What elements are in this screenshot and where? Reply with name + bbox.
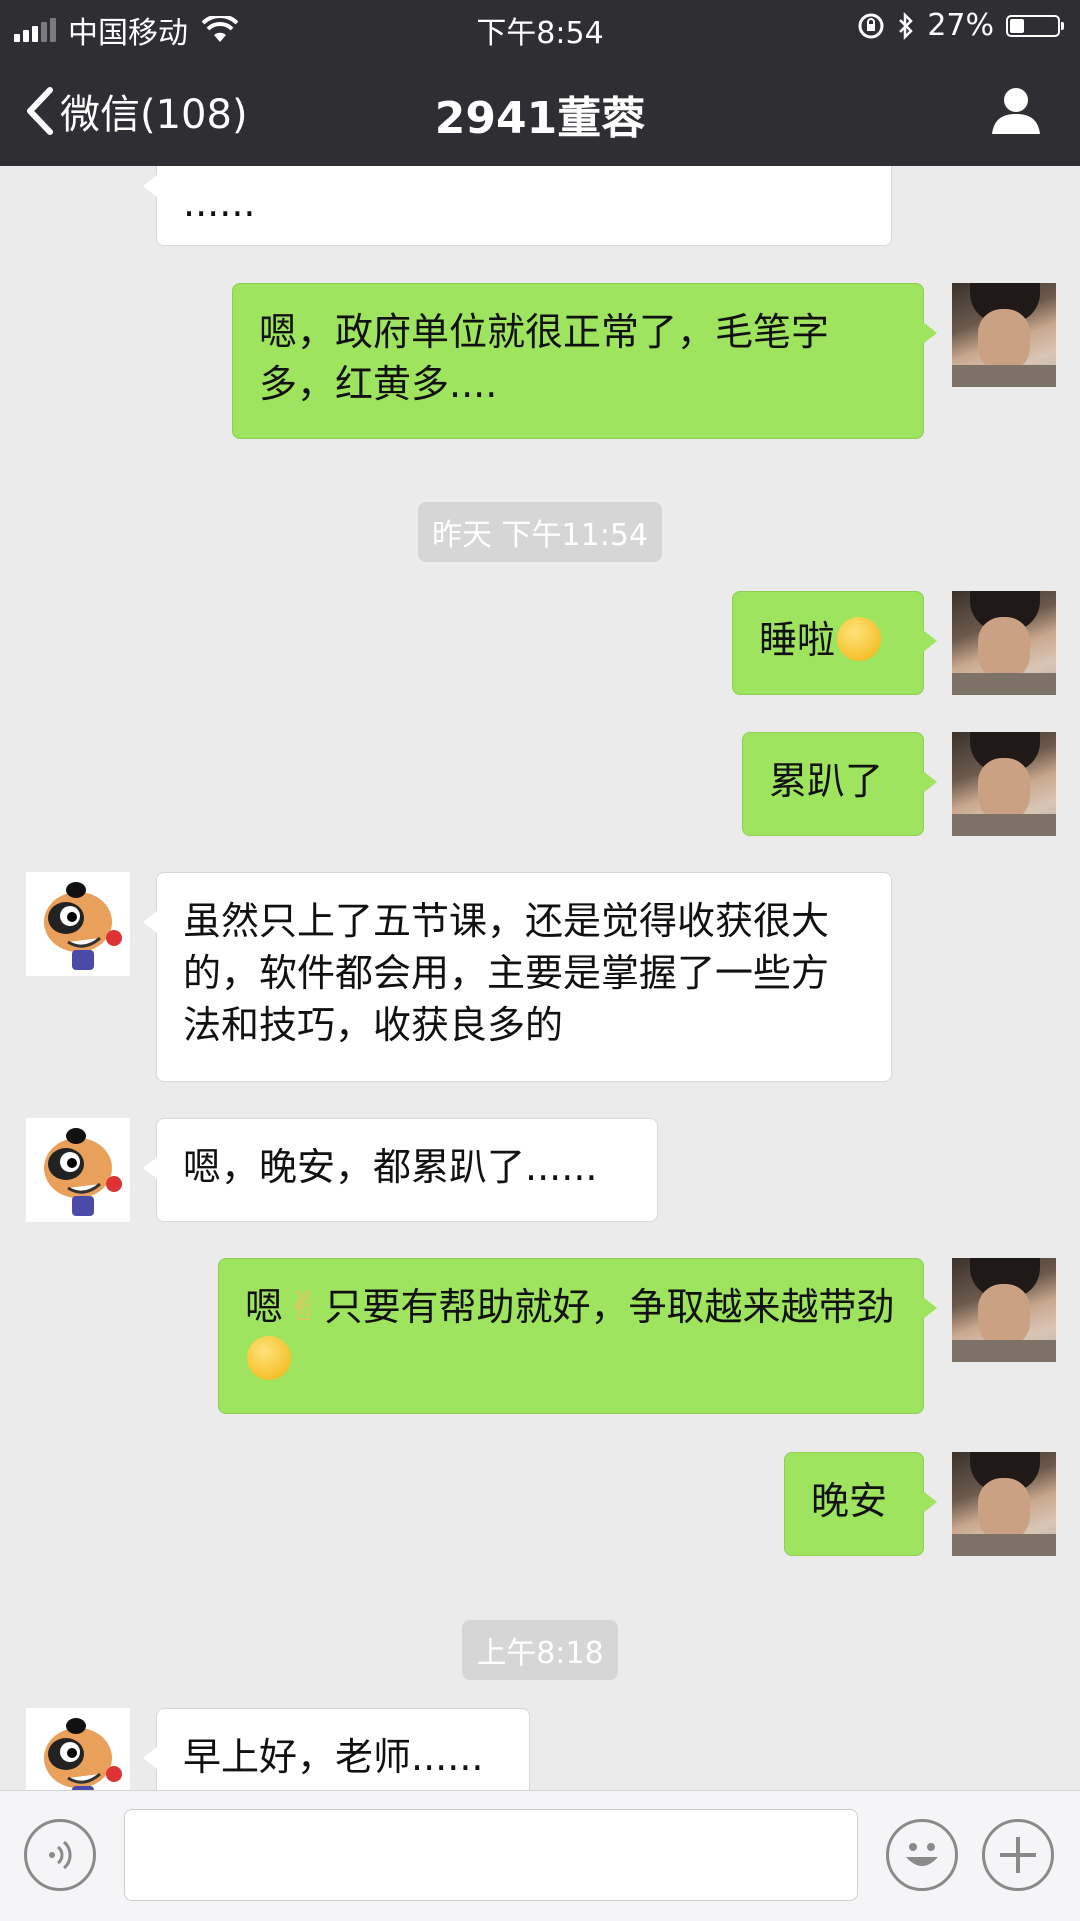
battery-icon [1006,14,1064,37]
status-right: 27% [857,8,1066,43]
cartoon-dog-avatar-icon [44,1718,122,1790]
voice-icon [49,1840,72,1870]
input-bar [0,1790,1080,1921]
emoji-icon [906,1843,938,1866]
my-avatar[interactable] [952,1258,1056,1362]
rotation-lock-icon [858,13,884,38]
message-bubble-other[interactable]: ...... [143,166,892,246]
message-bubble-me[interactable]: 晚安 [784,1452,937,1556]
chat-area[interactable]: ...... 嗯，政府单位就很正常了，毛笔字多，红黄多.... 昨天 下午11:… [0,166,1080,1790]
contact-avatar[interactable] [26,1118,130,1222]
cartoon-dog-avatar-icon [44,882,122,970]
message-bubble-me[interactable]: 睡啦 [732,591,937,695]
contact-avatar[interactable] [26,872,130,976]
time-divider: 昨天 下午11:54 [0,502,1080,562]
message-bubble-other[interactable]: 嗯，晚安，都累趴了...... [143,1118,658,1222]
voice-button[interactable] [24,1819,96,1891]
message-bubble-me[interactable]: 嗯 ✌ 只要有帮助就好，争取越来越带劲 [218,1258,937,1414]
plus-icon [1000,1837,1036,1873]
profile-button[interactable] [990,84,1042,140]
status-bar: 中国移动 下午8:54 27% [0,0,1080,54]
chat-title: 2941董蓉 [434,93,646,144]
person-icon [992,88,1040,134]
victory-hand-icon: ✌ [287,1284,321,1330]
plus-button[interactable] [982,1819,1054,1891]
smirk-emoji-icon [247,1336,291,1380]
my-avatar[interactable] [952,1452,1056,1556]
laughing-crying-emoji-icon [837,617,882,661]
contact-avatar[interactable] [26,1708,130,1790]
my-avatar[interactable] [952,591,1056,695]
my-avatar[interactable] [952,283,1056,387]
message-bubble-me[interactable]: 累趴了 [742,732,937,836]
time-divider: 上午8:18 [0,1620,1080,1680]
nav-bar: 微信(108) 2941董蓉 [0,54,1080,166]
cartoon-dog-avatar-icon [44,1128,122,1216]
message-input[interactable] [124,1809,858,1901]
battery-percent: 27% [927,8,994,43]
message-bubble-me[interactable]: 嗯，政府单位就很正常了，毛笔字多，红黄多.... [232,283,937,439]
message-bubble-other[interactable]: 早上好，老师...... [143,1708,530,1790]
my-avatar[interactable] [952,732,1056,836]
emoji-button[interactable] [886,1819,958,1891]
message-bubble-other[interactable]: 虽然只上了五节课，还是觉得收获很大的，软件都会用，主要是掌握了一些方法和技巧，收… [143,872,892,1082]
bluetooth-icon [899,11,914,40]
